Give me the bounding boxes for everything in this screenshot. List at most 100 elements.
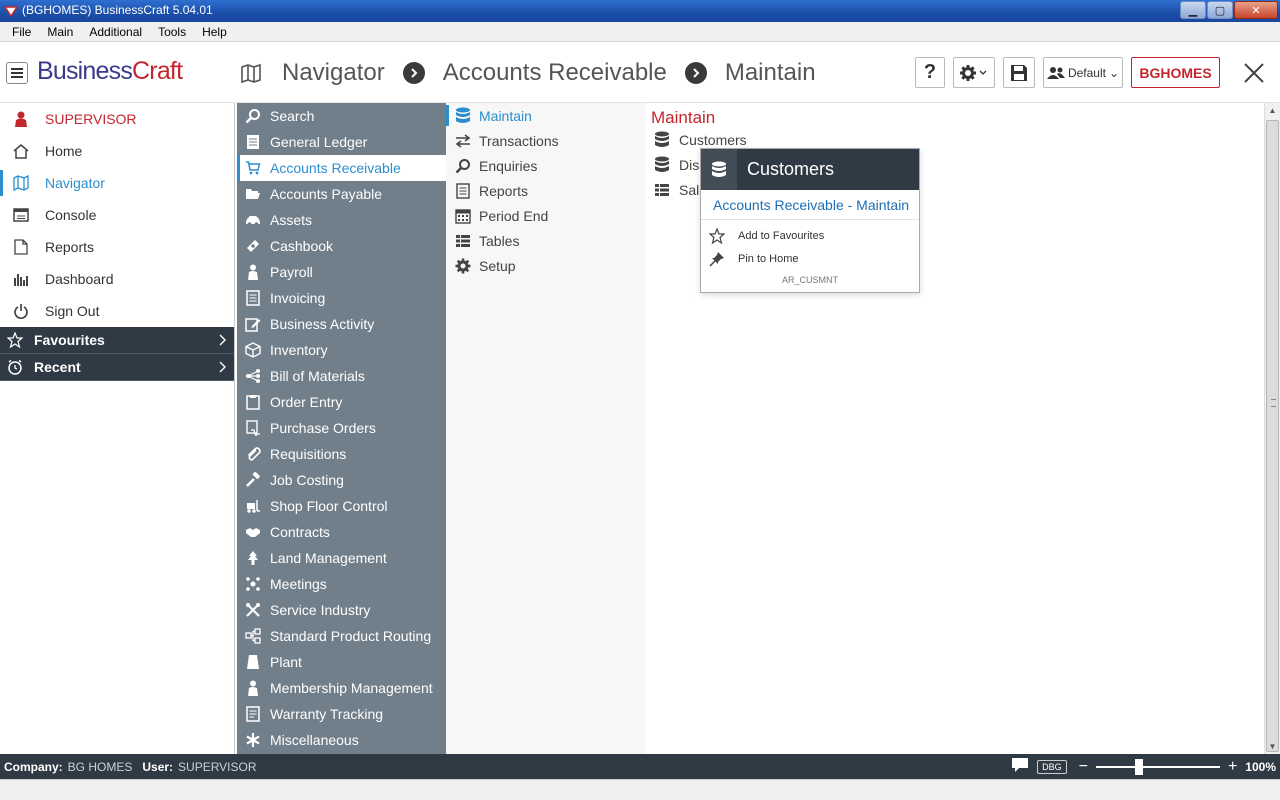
module-standard-product-routing[interactable]: Standard Product Routing [237,623,446,649]
module-accounts-payable[interactable]: Accounts Payable [237,181,446,207]
zoom-slider-handle[interactable] [1134,758,1143,775]
content-item-sales[interactable]: Sale [653,179,707,201]
module-warranty-tracking[interactable]: Warranty Tracking [237,701,446,727]
zoom-level: 100% [1245,759,1276,774]
add-to-favourites-button[interactable]: Add to Favourites [701,224,919,247]
module-miscellaneous[interactable]: Miscellaneous [237,727,446,753]
edit-icon [244,315,262,333]
module-search[interactable]: Search [237,103,446,129]
sidebar-item-reports[interactable]: Reports [0,231,234,263]
module-invoicing[interactable]: Invoicing [237,285,446,311]
maximize-button[interactable]: ▢ [1207,1,1233,19]
sidebar-item-navigator[interactable]: Navigator [0,167,234,199]
sidebar-group-favourites[interactable]: Favourites [0,327,234,354]
menu-help[interactable]: Help [194,25,235,39]
window-title: (BGHOMES) BusinessCraft 5.04.01 [22,3,213,17]
app-icon [4,6,18,18]
meeting-icon [244,575,262,593]
module-assets[interactable]: Assets [237,207,446,233]
submenu-setup[interactable]: Setup [446,253,646,278]
scroll-down-icon[interactable]: ▼ [1265,739,1280,754]
database-icon [653,131,671,149]
home-icon [12,142,30,160]
submenu-reports[interactable]: Reports [446,178,646,203]
company-value: BG HOMES [67,759,133,774]
program-code: AR_CUSMNT [781,275,838,285]
minimize-button[interactable]: ▁ [1180,1,1206,19]
breadcrumb-navigator[interactable]: Navigator [282,59,385,87]
sidebar-item-sign-out[interactable]: Sign Out [0,295,234,327]
pin-to-home-button[interactable]: Pin to Home [701,247,919,270]
module-payroll[interactable]: Payroll [237,259,446,285]
module-plant[interactable]: Plant [237,649,446,675]
module-inventory[interactable]: Inventory [237,337,446,363]
content-item-discounts[interactable]: Disc [653,154,706,176]
module-contracts[interactable]: Contracts [237,519,446,545]
company-label: Company: [4,759,63,774]
module-bill-of-materials[interactable]: Bill of Materials [237,363,446,389]
app-logo: BusinessCraft [37,57,183,85]
save-button[interactable] [1003,57,1035,88]
chat-icon[interactable] [1011,757,1029,776]
gear-icon [960,64,987,81]
exchange-icon [454,132,472,150]
close-icon: ✕ [1251,4,1261,17]
popup-title: Customers [747,159,835,179]
tree-icon [244,549,262,567]
company-button[interactable]: BGHOMES [1131,57,1220,88]
module-shop-floor-control[interactable]: Shop Floor Control [237,493,446,519]
module-general-ledger[interactable]: General Ledger [237,129,446,155]
module-cashbook[interactable]: Cashbook [237,233,446,259]
module-requisitions[interactable]: Requisitions [237,441,446,467]
module-job-costing[interactable]: Job Costing [237,467,446,493]
sidebar-item-console[interactable]: Console [0,199,234,231]
popup-open-link[interactable]: Accounts Receivable - Maintain [701,190,919,220]
profile-label: Default [1067,65,1106,80]
profile-selector[interactable]: Default ⌄ [1043,57,1123,88]
close-page-button[interactable] [1238,57,1270,88]
tools-icon [244,601,262,619]
zoom-out-button[interactable]: − [1079,758,1088,776]
window-close-button[interactable]: ✕ [1234,1,1278,19]
sidebar-group-recent[interactable]: Recent [0,354,234,381]
star-icon [7,332,23,348]
scroll-up-icon[interactable]: ▲ [1265,103,1280,118]
settings-button[interactable] [953,57,995,88]
database-icon [454,107,472,125]
menu-file[interactable]: File [4,25,39,39]
module-membership-management[interactable]: Membership Management [237,675,446,701]
zoom-slider[interactable] [1095,758,1220,775]
menu-tools[interactable]: Tools [150,25,194,39]
vertical-scrollbar[interactable]: ▲ ▼ [1264,103,1280,754]
breadcrumb-accounts-receivable[interactable]: Accounts Receivable [443,59,667,87]
breadcrumb: Navigator Accounts Receivable Maintain [240,57,816,89]
submenu-enquiries[interactable]: Enquiries [446,153,646,178]
module-service-industry[interactable]: Service Industry [237,597,446,623]
submenu-transactions[interactable]: Transactions [446,128,646,153]
forklift-icon [244,497,262,515]
submenu-maintain[interactable]: Maintain [446,103,646,128]
window-bottom-border [0,779,1280,800]
scroll-thumb[interactable] [1266,120,1279,752]
member-icon [244,679,262,697]
module-order-entry[interactable]: Order Entry [237,389,446,415]
menu-additional[interactable]: Additional [81,25,150,39]
debug-badge[interactable]: DBG [1037,759,1067,774]
module-meetings[interactable]: Meetings [237,571,446,597]
module-land-management[interactable]: Land Management [237,545,446,571]
content-title: Maintain [651,108,716,127]
zoom-in-button[interactable]: + [1228,758,1237,776]
hamburger-menu-button[interactable] [6,62,28,84]
sidebar-item-dashboard[interactable]: Dashboard [0,263,234,295]
sidebar-item-home[interactable]: Home [0,135,234,167]
module-business-activity[interactable]: Business Activity [237,311,446,337]
submenu-period-end[interactable]: Period End [446,203,646,228]
sidebar-item-user[interactable]: SUPERVISOR [0,103,234,135]
submenu-list: Maintain Transactions Enquiries Reports … [446,103,646,754]
module-purchase-orders[interactable]: Purchase Orders [237,415,446,441]
module-accounts-receivable[interactable]: Accounts Receivable [237,155,446,181]
search-icon [454,157,472,175]
menu-main[interactable]: Main [39,25,81,39]
help-button[interactable]: ? [915,57,945,88]
submenu-tables[interactable]: Tables [446,228,646,253]
